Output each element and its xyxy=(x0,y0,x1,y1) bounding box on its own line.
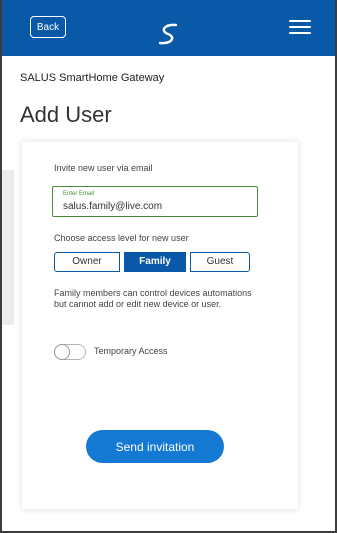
access-guest-button[interactable]: Guest xyxy=(190,252,250,272)
side-shade xyxy=(2,170,14,325)
access-description: Family members can control devices autom… xyxy=(54,288,252,309)
toggle-knob xyxy=(54,344,70,360)
back-button[interactable]: Back xyxy=(30,16,66,38)
send-invitation-button[interactable]: Send invitation xyxy=(86,430,224,463)
access-level-selector: Owner Family Guest xyxy=(54,252,250,272)
invite-label: Invite new user via email xyxy=(54,163,153,173)
temporary-access-toggle[interactable] xyxy=(54,344,86,360)
email-field[interactable]: Enter Email salus.family@live.com xyxy=(52,186,258,217)
access-level-label: Choose access level for new user xyxy=(54,233,189,243)
salus-logo-icon xyxy=(158,23,178,45)
gateway-name: SALUS SmartHome Gateway xyxy=(20,72,165,84)
temporary-access-label: Temporary Access xyxy=(94,346,168,356)
app-frame: Back SALUS SmartHome Gateway Add User In… xyxy=(0,0,337,533)
access-owner-button[interactable]: Owner xyxy=(54,252,120,272)
page-title: Add User xyxy=(20,102,112,127)
email-value[interactable]: salus.family@live.com xyxy=(63,201,162,212)
access-family-button[interactable]: Family xyxy=(124,252,186,272)
hamburger-menu-icon[interactable] xyxy=(289,20,311,34)
email-field-label: Enter Email xyxy=(63,191,95,197)
top-bar: Back xyxy=(2,0,335,56)
